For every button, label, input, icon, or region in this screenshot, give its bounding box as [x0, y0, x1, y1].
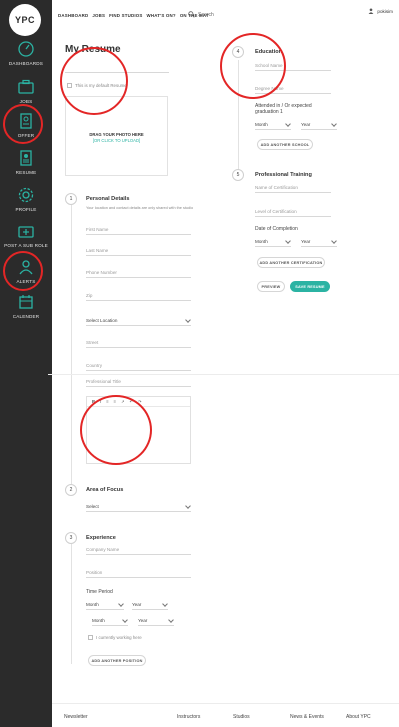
save-resume-button[interactable]: SAVE RESUME [290, 281, 330, 292]
resume-icon [20, 150, 32, 166]
add-another-school-button[interactable]: ADD ANOTHER SCHOOL [257, 139, 313, 150]
page-divider [48, 374, 399, 375]
sidebar-item-profile[interactable]: PROFILE [0, 186, 52, 212]
chevron-down-icon [331, 238, 337, 244]
start-year-select[interactable]: Year [132, 600, 168, 610]
search-button[interactable]: Search [188, 11, 214, 18]
annotation-circle-offer [3, 104, 43, 144]
ypc-logo[interactable]: YPC [9, 4, 41, 36]
chevron-down-icon [185, 317, 191, 323]
sidebar-item-post-sub-role[interactable]: POST A SUB ROLE [0, 222, 52, 248]
section-connector-line [71, 205, 72, 485]
nav-link-jobs[interactable]: JOBS [92, 13, 105, 18]
user-icon [369, 8, 374, 14]
sidebar-item-dashboards[interactable]: DASHBOARDS [0, 40, 52, 66]
start-month-select[interactable]: Month [86, 600, 124, 610]
nav-link-whats-on[interactable]: WHAT'S ON? [147, 13, 176, 18]
certification-name-field[interactable]: Name of Certification [255, 183, 331, 193]
photo-drag-text: DRAG YOUR PHOTO HERE [89, 132, 144, 137]
training-year-select[interactable]: Year [301, 237, 337, 247]
annotation-circle-editor [80, 395, 152, 465]
calendar-icon [19, 295, 33, 309]
date-of-completion-label: Date of Completion [255, 226, 298, 232]
professional-training-title: Professional Training [255, 172, 312, 178]
gear-icon [18, 187, 34, 203]
nav-link-find-studios[interactable]: FIND STUDIOS [109, 13, 142, 18]
annotation-circle-alerts [3, 251, 43, 291]
country-field[interactable]: Country [86, 361, 191, 371]
phone-number-field[interactable]: Phone Number [86, 268, 191, 278]
user-menu[interactable]: pokisim [368, 8, 393, 14]
top-bar: DASHBOARD JOBS FIND STUDIOS WHAT'S ON? O… [52, 0, 399, 32]
professional-title-field[interactable]: Professional Title [86, 377, 191, 387]
personal-details-title: Personal Details [86, 196, 130, 202]
currently-working-label: I currently working here [96, 635, 142, 640]
sidebar-item-calender[interactable]: CALENDER [0, 293, 52, 319]
post-role-icon [18, 226, 34, 238]
street-field[interactable]: Street [86, 338, 191, 348]
footer-link-news-events[interactable]: News & Events [290, 714, 324, 720]
end-year-select[interactable]: Year [138, 616, 174, 626]
end-month-select[interactable]: Month [92, 616, 128, 626]
chevron-down-icon [118, 601, 124, 607]
footer-link-instructors[interactable]: Instructors [177, 714, 200, 720]
chevron-down-icon [331, 121, 337, 127]
resume-page: YPC DASHBOARDS JOBS OFFER RESUME PROFILE… [0, 0, 399, 727]
search-icon [188, 11, 195, 18]
certification-level-field[interactable]: Level of Certification [255, 207, 331, 217]
section-number-1: 1 [65, 193, 77, 205]
annotation-circle-default-resume [60, 47, 128, 115]
location-select[interactable]: Select Location [86, 316, 191, 326]
add-another-position-button[interactable]: ADD ANOTHER POSITION [88, 655, 146, 666]
area-of-focus-title: Area of Focus [86, 487, 124, 493]
chevron-down-icon [285, 121, 291, 127]
footer-link-newsletter[interactable]: Newsletter [64, 714, 88, 720]
first-name-field[interactable]: First Name [86, 225, 191, 235]
section-number-3: 3 [65, 532, 77, 544]
position-field[interactable]: Position [86, 568, 191, 578]
briefcase-icon [18, 79, 34, 94]
add-another-certification-button[interactable]: ADD ANOTHER CERTIFICATION [257, 257, 325, 268]
company-name-field[interactable]: Company Name [86, 545, 191, 555]
sidebar-item-resume[interactable]: RESUME [0, 149, 52, 175]
zip-field[interactable]: Zip [86, 291, 191, 301]
education-month-select[interactable]: Month [255, 120, 291, 130]
nav-link-dashboard[interactable]: DASHBOARD [58, 13, 88, 18]
footer-link-about[interactable]: About YPC [346, 714, 371, 720]
chevron-down-icon [122, 617, 128, 623]
personal-details-note: Your location and contact details are on… [86, 206, 194, 210]
sidebar-item-jobs[interactable]: JOBS [0, 78, 52, 104]
preview-button[interactable]: PREVIEW [257, 281, 285, 292]
chevron-down-icon [168, 617, 174, 623]
chevron-down-icon [185, 503, 191, 509]
section-number-2: 2 [65, 484, 77, 496]
chevron-down-icon [162, 601, 168, 607]
education-year-select[interactable]: Year [301, 120, 337, 130]
attended-label: Attended in / Or expected graduation 1 [255, 103, 312, 115]
footer-link-studios[interactable]: Studios [233, 714, 250, 720]
area-of-focus-select[interactable]: Select [86, 502, 191, 512]
footer: Newsletter Instructors Studios News & Ev… [52, 703, 399, 727]
training-month-select[interactable]: Month [255, 237, 291, 247]
section-number-5: 5 [232, 169, 244, 181]
top-nav: DASHBOARD JOBS FIND STUDIOS WHAT'S ON? O… [58, 13, 209, 18]
time-period-label: Time Period [86, 589, 113, 595]
chevron-down-icon [285, 238, 291, 244]
dashboard-icon [18, 41, 34, 57]
photo-click-upload[interactable]: [OR CLICK TO UPLOAD] [66, 138, 167, 143]
annotation-circle-education [220, 33, 286, 99]
last-name-field[interactable]: Last Name [86, 246, 191, 256]
currently-working-checkbox[interactable] [88, 635, 93, 640]
section-connector-line [71, 544, 72, 664]
experience-title: Experience [86, 535, 116, 541]
